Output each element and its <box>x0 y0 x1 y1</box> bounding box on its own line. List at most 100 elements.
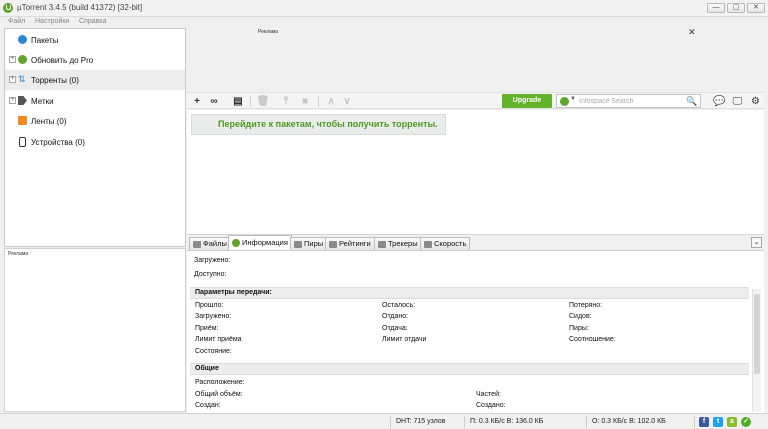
search-input[interactable] <box>579 96 684 106</box>
sidebar-item-label: Пакеты <box>31 36 59 45</box>
tab-label: Файлы <box>203 239 227 248</box>
tag-icon <box>18 96 27 105</box>
start-button[interactable]: ⤒ <box>279 95 293 108</box>
status-divider <box>464 416 465 428</box>
tab-peers[interactable]: Пиры <box>290 237 328 250</box>
general-section-header: Общие <box>190 363 749 375</box>
sidebar-item-label: Устройства (0) <box>31 138 85 147</box>
download-status[interactable]: П: 0.3 КБ/с В: 136.0 КБ <box>470 418 543 425</box>
tab-ratings[interactable]: Рейтинги <box>325 237 375 250</box>
add-link-button[interactable]: ∞ <box>207 95 221 108</box>
tab-files[interactable]: Файлы <box>189 237 231 250</box>
minimize-button[interactable]: — <box>707 3 725 13</box>
files-icon <box>193 241 201 248</box>
expand-icon[interactable]: + <box>9 76 16 83</box>
upload-limit-label: Лимит отдачи <box>382 336 427 343</box>
ad-close-icon[interactable]: ✕ <box>688 27 696 38</box>
elapsed-label: Прошло: <box>195 302 224 309</box>
tab-label: Рейтинги <box>339 239 371 248</box>
upgrade-button[interactable]: Upgrade <box>502 94 552 108</box>
receive-limit-label: Лимит приёма <box>195 336 242 343</box>
sidebar-item-upgrade-pro[interactable]: + Обновить до Pro <box>5 50 185 70</box>
move-up-button[interactable]: ∧ <box>324 95 338 108</box>
expand-icon[interactable]: + <box>9 97 16 104</box>
receive-label: Приём: <box>195 325 219 332</box>
maximize-button[interactable]: ▢ <box>727 3 745 13</box>
close-button[interactable]: ✕ <box>747 3 765 13</box>
move-down-button[interactable]: ∨ <box>340 95 354 108</box>
search-icon[interactable]: 🔍 <box>686 96 697 107</box>
tab-label: Информация <box>242 238 288 247</box>
menu-settings[interactable]: Настройки <box>35 18 69 25</box>
sidebar-item-label: Метки <box>31 97 54 106</box>
window-title: µTorrent 3.4.5 (build 41372) [32-bit] <box>17 3 143 12</box>
add-torrent-button[interactable]: + <box>190 95 204 108</box>
toolbar-divider <box>250 96 251 107</box>
ratio-label: Соотношение: <box>569 336 616 343</box>
info-scrollbar[interactable] <box>752 289 761 412</box>
utorrent-window: µTorrent 3.4.5 (build 41372) [32-bit] — … <box>0 0 768 429</box>
collapse-panel-button[interactable]: ⌄ <box>751 237 762 248</box>
sidebar-item-bundles[interactable]: Пакеты <box>5 30 185 50</box>
speed-icon <box>424 241 432 248</box>
toolbar-divider <box>318 96 319 107</box>
torrent-icon: ⇅ <box>18 74 26 84</box>
gear-icon[interactable]: ⚙ <box>749 95 762 108</box>
info-downloaded-label: Загружено: <box>194 257 231 264</box>
seeds-label: Сидов: <box>569 313 592 320</box>
tab-speed[interactable]: Скорость <box>420 237 471 250</box>
chevron-down-icon[interactable]: ▼ <box>570 96 576 102</box>
info-panel: Загружено: Доступно: Параметры передачи:… <box>187 250 764 413</box>
sidebar-item-torrents[interactable]: + ⇅ Торренты (0) <box>5 70 185 90</box>
tab-label: Пиры <box>304 239 324 248</box>
tab-info[interactable]: Информация <box>228 235 292 250</box>
upgrade-icon <box>18 55 27 64</box>
menu-file[interactable]: Файл <box>8 18 25 25</box>
bundle-icon <box>18 35 27 44</box>
location-label: Расположение: <box>195 379 245 386</box>
wasted-label: Потеряно: <box>569 302 603 309</box>
scrollbar-thumb[interactable] <box>754 294 760 374</box>
stop-button[interactable]: ■ <box>298 95 312 108</box>
uploaded-label: Отдано: <box>382 313 409 320</box>
ad-panel-left[interactable]: Реклама <box>4 248 186 412</box>
created-label: Создан: <box>195 402 221 409</box>
tab-trackers[interactable]: Трекеры <box>374 237 422 250</box>
sidebar-item-feeds[interactable]: Ленты (0) <box>5 111 185 131</box>
utorrent-logo-icon <box>3 3 13 13</box>
sidebar-item-label: Ленты (0) <box>31 117 67 126</box>
chat-icon[interactable]: 💬 <box>713 95 726 108</box>
detail-tabs: Файлы Информация Пиры Рейтинги Трекеры С… <box>187 235 764 250</box>
menu-bar: Файл Настройки Справка <box>0 17 768 28</box>
status-ok-icon[interactable]: ✓ <box>741 417 751 427</box>
pieces-label: Частей: <box>476 391 501 398</box>
upload-status[interactable]: О: 0.3 КБ/с В: 102.0 КБ <box>592 418 666 425</box>
ad-label: Реклама <box>258 29 279 35</box>
peers-icon <box>294 241 302 248</box>
upload-label: Отдача: <box>382 325 408 332</box>
menu-help[interactable]: Справка <box>79 18 106 25</box>
sidebar-item-devices[interactable]: Устройства (0) <box>5 132 185 152</box>
tab-label: Трекеры <box>388 239 418 248</box>
ad-panel-top[interactable]: Реклама ✕ <box>186 27 764 92</box>
toolbar: + ∞ ▤ 🗑 ⤒ ■ ∧ ∨ Upgrade ▼ 🔍 💬 🖵 ⚙ <box>187 92 764 109</box>
remove-button[interactable]: 🗑 <box>256 95 270 108</box>
sidebar-item-labels[interactable]: + Метки <box>5 91 185 111</box>
facebook-icon[interactable]: f <box>699 417 709 427</box>
info-available-label: Доступно: <box>194 271 227 278</box>
state-label: Состояние: <box>195 348 232 355</box>
total-size-label: Общий объём: <box>195 391 243 398</box>
remote-icon[interactable]: 🖵 <box>731 95 744 108</box>
twitter-icon[interactable]: t <box>713 417 723 427</box>
status-divider <box>390 416 391 428</box>
android-icon[interactable]: a <box>727 417 737 427</box>
create-torrent-button[interactable]: ▤ <box>231 95 245 108</box>
title-bar[interactable]: µTorrent 3.4.5 (build 41372) [32-bit] — … <box>0 0 768 17</box>
rss-icon <box>18 116 27 125</box>
dht-status[interactable]: DHT: 715 узлов <box>396 418 446 425</box>
torrent-list[interactable]: Перейдите к пакетам, чтобы получить торр… <box>187 110 764 235</box>
search-box: ▼ 🔍 <box>556 94 701 108</box>
expand-icon[interactable]: + <box>9 56 16 63</box>
search-engine-icon[interactable] <box>560 97 569 106</box>
bundles-banner[interactable]: Перейдите к пакетам, чтобы получить торр… <box>191 114 446 135</box>
